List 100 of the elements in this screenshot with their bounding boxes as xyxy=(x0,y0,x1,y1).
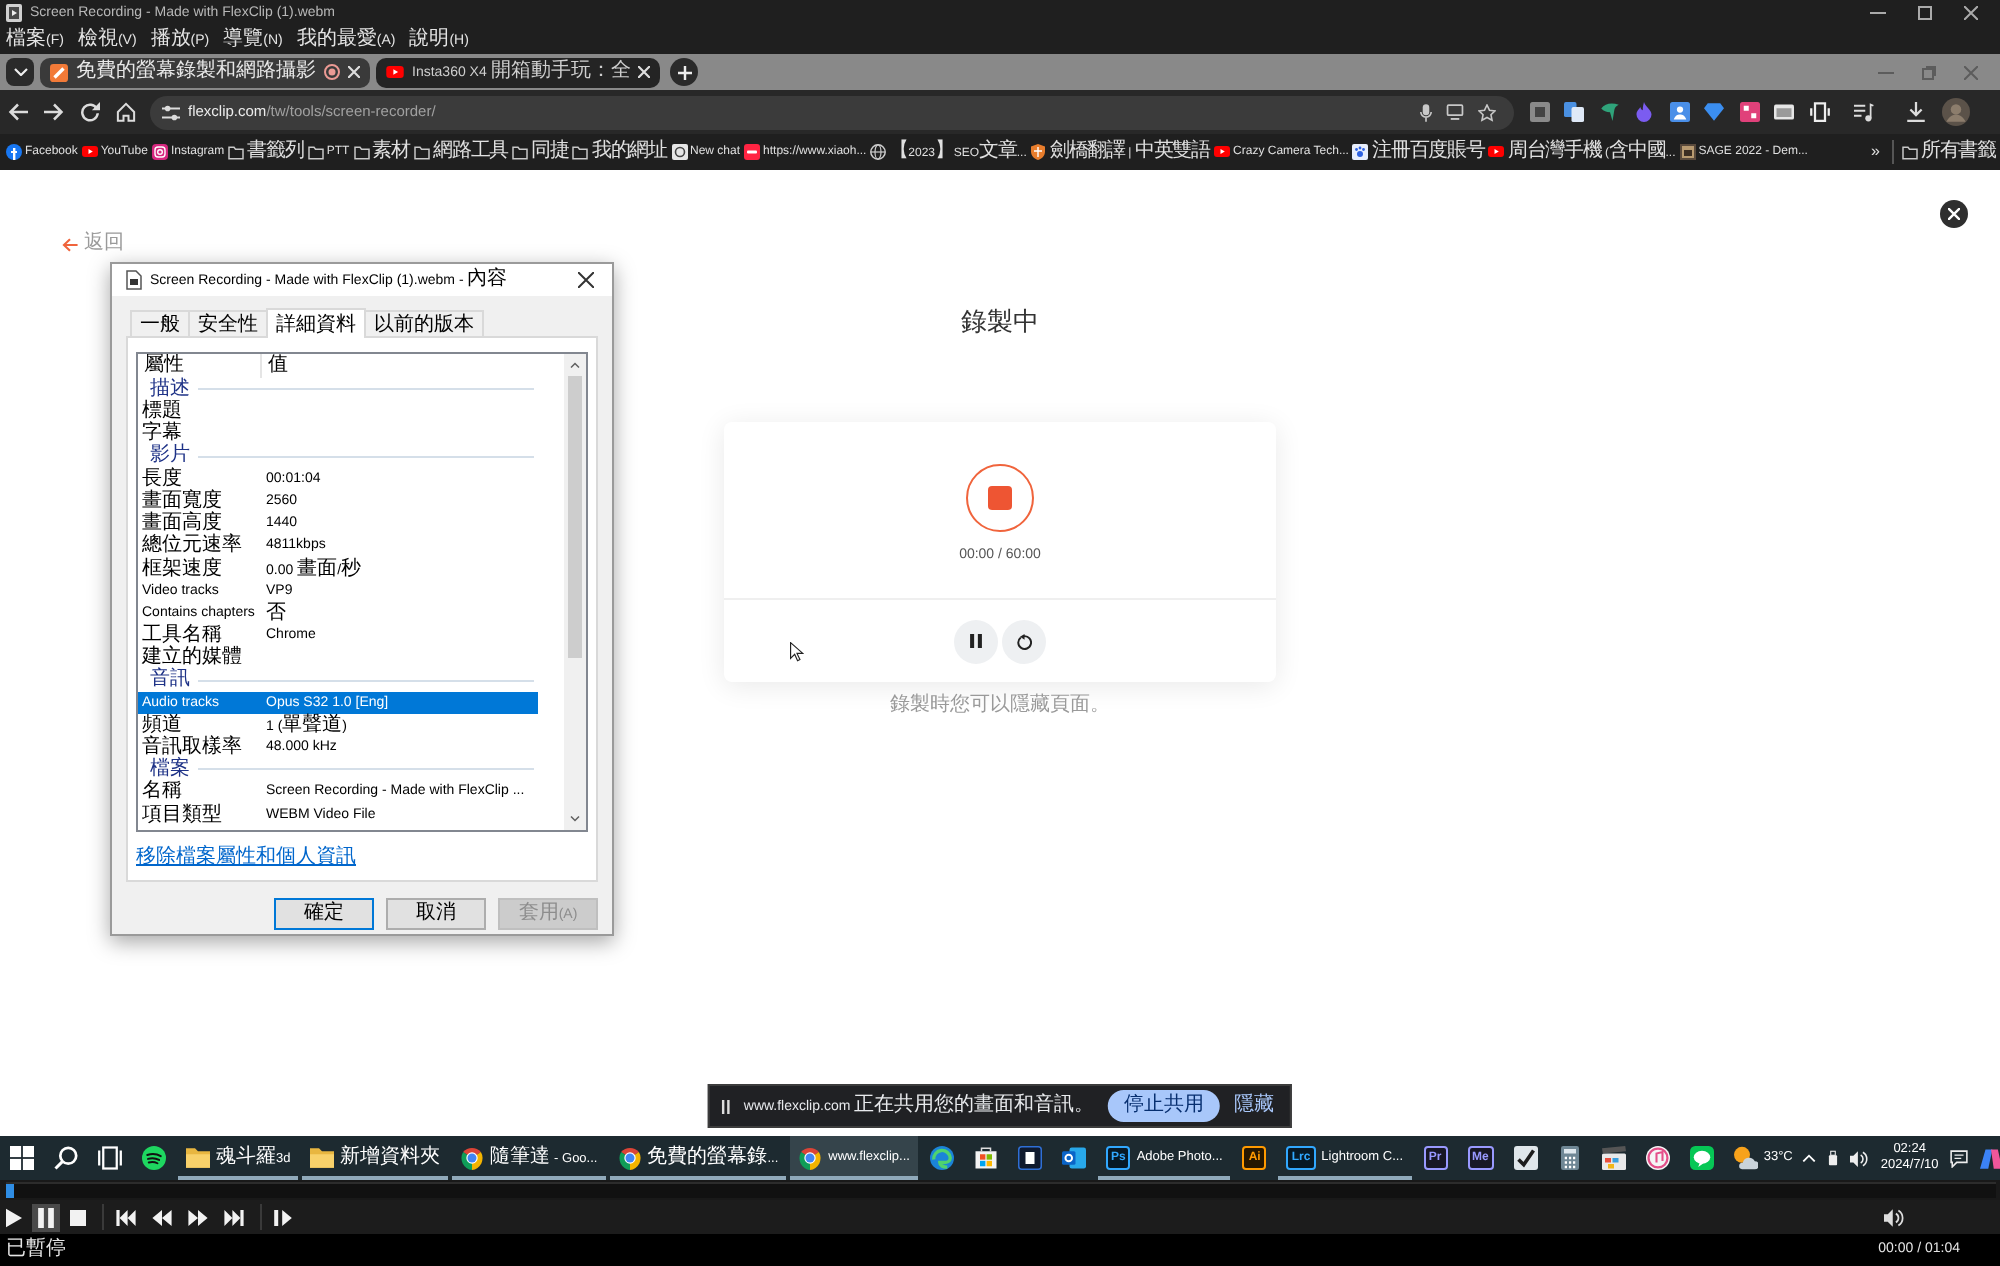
bookmark-item[interactable]: 我的網址 xyxy=(572,133,668,171)
frame-step-icon[interactable] xyxy=(274,1209,292,1225)
download-icon[interactable] xyxy=(1905,102,1925,122)
forward-icon[interactable] xyxy=(44,102,64,122)
property-name: 標題 xyxy=(140,400,184,423)
avatar-icon[interactable] xyxy=(1941,98,1969,126)
rewind-icon[interactable] xyxy=(152,1209,172,1225)
property-name: 頻道 xyxy=(140,713,182,736)
star-icon[interactable] xyxy=(1478,103,1496,121)
new-tab-button[interactable] xyxy=(670,58,699,86)
playback-status: 已暫停 xyxy=(6,1235,66,1263)
property-name: 畫面高度 xyxy=(140,512,222,535)
bird-icon[interactable] xyxy=(1599,102,1619,122)
property-row[interactable]: 字幕 xyxy=(138,422,538,446)
bookmark-item[interactable]: 同捷 xyxy=(512,133,569,171)
notification-icon[interactable] xyxy=(1950,1149,1969,1167)
chevron-down-icon xyxy=(13,68,27,76)
ribbon-logo-icon[interactable] xyxy=(1980,1147,2000,1169)
column-header[interactable]: 屬性 xyxy=(138,354,262,378)
reload-icon[interactable] xyxy=(80,102,100,122)
folder-icon xyxy=(413,145,430,159)
pause-icon[interactable] xyxy=(32,1203,60,1231)
scrollbar[interactable] xyxy=(564,354,586,830)
property-name: 總位元速率 xyxy=(140,534,244,557)
property-name: 字幕 xyxy=(140,422,182,445)
pattern-tile-icon[interactable] xyxy=(1739,102,1759,122)
search-icon xyxy=(54,1146,78,1170)
bookmark-item[interactable]: 素材 xyxy=(353,133,410,171)
bookmark-item[interactable]: 書籤列 xyxy=(228,133,304,171)
spotify-icon xyxy=(142,1146,166,1170)
device-outline-icon[interactable] xyxy=(1809,102,1829,122)
scrollbar-thumb[interactable] xyxy=(568,376,582,658)
fast-forward-icon[interactable] xyxy=(188,1209,208,1225)
hide-link[interactable]: 隱藏 xyxy=(1234,1085,1275,1127)
close-button[interactable] xyxy=(1940,200,1968,228)
property-row[interactable]: 標題 xyxy=(138,400,538,423)
tab-search-button[interactable] xyxy=(6,58,34,86)
scroll-up-icon[interactable] xyxy=(570,362,580,368)
group-header: 描述 xyxy=(148,377,190,399)
dialog-tab[interactable]: 詳細資料 xyxy=(266,308,366,338)
back-icon[interactable] xyxy=(8,102,28,122)
play-icon[interactable] xyxy=(6,1207,22,1227)
store-icon xyxy=(973,1146,998,1170)
close-icon[interactable] xyxy=(1964,5,1978,19)
dialog-button[interactable]: 確定 xyxy=(274,898,374,930)
tile-logo-icon xyxy=(744,144,761,160)
bookmark-item[interactable]: 注冊百度賬号 xyxy=(1352,133,1485,171)
scroll-down-icon[interactable] xyxy=(570,816,580,822)
property-name: 音訊取樣率 xyxy=(140,736,244,758)
dialog-tab[interactable]: 以前的版本 xyxy=(364,310,484,336)
instagram-icon xyxy=(151,144,168,160)
stop-icon xyxy=(988,486,1012,510)
skip-forward-icon[interactable] xyxy=(224,1209,244,1225)
media-list-icon[interactable] xyxy=(1853,102,1873,122)
close-icon[interactable] xyxy=(578,272,594,288)
ring-tile-icon xyxy=(671,144,688,160)
person-tile-icon[interactable] xyxy=(1669,102,1689,122)
seek-thumb[interactable] xyxy=(6,1184,14,1198)
task-view-icon xyxy=(98,1146,122,1170)
stop-icon[interactable] xyxy=(70,1209,86,1225)
diamond-icon[interactable] xyxy=(1704,102,1724,122)
browser-tab[interactable]: 免費的螢幕錄製和網路攝影 xyxy=(40,57,370,87)
skip-back-icon[interactable] xyxy=(116,1209,136,1225)
folder-icon xyxy=(228,145,245,159)
card-icon[interactable] xyxy=(1774,102,1794,122)
grid-tile-icon[interactable] xyxy=(1529,102,1549,122)
maximize-icon[interactable] xyxy=(1918,5,1932,19)
pause-icon xyxy=(721,1099,730,1113)
site-settings-icon[interactable] xyxy=(162,103,180,121)
microphone-icon[interactable] xyxy=(1420,103,1432,121)
minimize-icon[interactable] xyxy=(1870,11,1886,13)
windows-icon xyxy=(10,1146,34,1170)
property-row[interactable]: 建立的媒體 xyxy=(138,646,538,669)
file-icon xyxy=(126,270,142,290)
screen-share-icon[interactable] xyxy=(1446,104,1464,120)
bookmark-item[interactable]: 網路工具 xyxy=(413,133,509,171)
speaker-icon[interactable] xyxy=(1850,1149,1869,1167)
usb-drive-icon[interactable] xyxy=(1828,1150,1839,1166)
dialog-button[interactable]: 取消 xyxy=(386,898,486,930)
youtube-icon xyxy=(1488,146,1505,158)
chevron-up-icon[interactable] xyxy=(1802,1154,1817,1162)
stop-sharing-button[interactable]: 停止共用 xyxy=(1108,1090,1221,1122)
pause-button[interactable] xyxy=(954,619,998,663)
translate-icon[interactable] xyxy=(1564,102,1584,122)
folder-icon xyxy=(512,145,529,159)
flame-icon[interactable] xyxy=(1634,102,1654,122)
close-icon xyxy=(1948,208,1960,220)
app-tile-icon xyxy=(1017,1146,1042,1170)
stop-recording-button[interactable] xyxy=(966,464,1034,532)
restart-button[interactable] xyxy=(1002,619,1046,663)
dialog-tab[interactable]: 安全性 xyxy=(188,310,268,336)
outlook-icon xyxy=(1061,1146,1086,1170)
column-header[interactable]: 值 xyxy=(262,354,288,378)
shield-icon xyxy=(1030,144,1047,160)
dialog-tab[interactable]: 一般 xyxy=(130,310,190,336)
all-bookmarks-item[interactable]: 所有書籤 xyxy=(1901,133,1996,171)
more-bookmarks-button[interactable]: » xyxy=(1870,134,1880,170)
speaker-icon[interactable] xyxy=(1884,1207,1904,1227)
home-icon[interactable] xyxy=(116,102,136,122)
edge-icon xyxy=(929,1146,954,1170)
